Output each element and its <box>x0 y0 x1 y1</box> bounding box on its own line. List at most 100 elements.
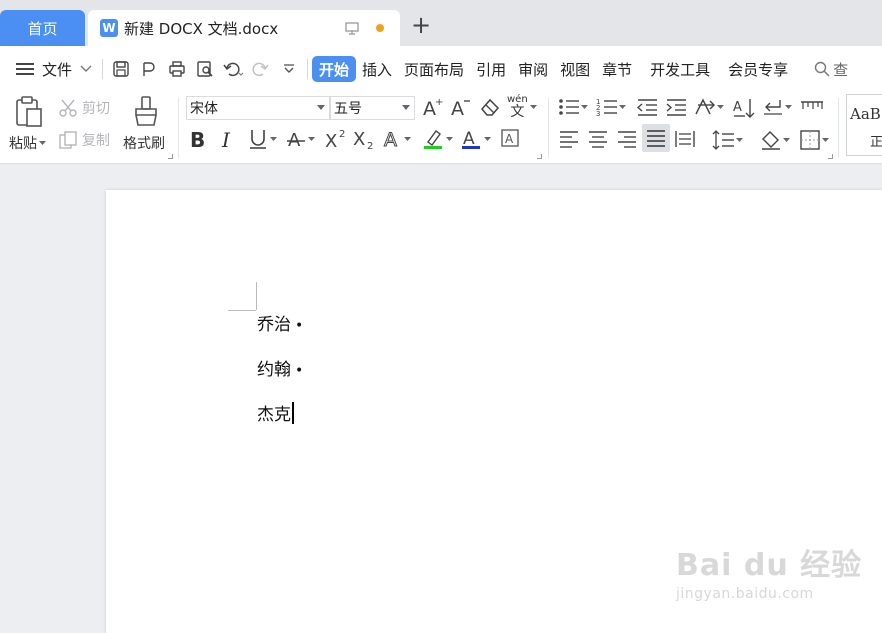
caret-down-icon <box>404 136 411 141</box>
bold-button[interactable]: B <box>190 128 205 152</box>
watermark-url: jingyan.baidu.com <box>676 586 814 602</box>
numbered-list-button[interactable]: 123 <box>596 97 626 117</box>
tab-document[interactable]: W 新建 DOCX 文档.docx <box>88 10 400 46</box>
export-button[interactable] <box>135 55 163 83</box>
menu-tab-start[interactable]: 开始 <box>312 56 357 82</box>
file-menu[interactable]: 文件 <box>10 55 98 83</box>
phonetic-guide-button[interactable]: wén 文 <box>507 95 537 119</box>
caret-down-icon <box>581 104 588 109</box>
paste-dropdown[interactable]: 粘贴 <box>9 133 46 153</box>
caret-down-icon <box>785 104 792 109</box>
paragraph-group-launcher[interactable] <box>828 154 833 159</box>
shading-button[interactable] <box>760 129 790 151</box>
paragraph[interactable]: 乔治 • <box>257 310 303 335</box>
quick-access-more-button[interactable] <box>275 55 303 83</box>
monitor-icon[interactable] <box>344 20 360 36</box>
redo-icon <box>252 62 269 77</box>
underline-icon <box>250 130 266 149</box>
format-painter-button[interactable] <box>132 95 160 127</box>
undo-button[interactable] <box>219 55 247 83</box>
menu-tab-developer[interactable]: 开发工具 <box>644 55 716 83</box>
bullet-list-button[interactable] <box>558 97 588 117</box>
separator <box>178 98 179 158</box>
clear-format-button[interactable] <box>479 97 501 117</box>
menu-tab-references[interactable]: 引用 <box>470 55 512 83</box>
caret-down-icon <box>736 137 743 142</box>
superscript-icon: X2 <box>325 129 345 150</box>
font-size-select[interactable]: 五号 <box>330 96 415 120</box>
show-hide-marks-button[interactable] <box>762 97 792 117</box>
strikethrough-button[interactable]: A <box>286 128 315 150</box>
tab-home[interactable]: 首页 <box>0 10 85 46</box>
search-box[interactable]: 查 <box>808 55 854 83</box>
document-tab-title: 新建 DOCX 文档.docx <box>124 19 279 38</box>
font-group-launcher[interactable] <box>537 154 542 159</box>
align-left-button[interactable] <box>558 129 580 149</box>
print-preview-button[interactable] <box>191 55 219 83</box>
paint-bucket-icon <box>762 131 780 150</box>
paragraph-text: 约翰 <box>257 360 291 380</box>
borders-button[interactable] <box>799 129 829 151</box>
subscript-button[interactable]: X2 <box>352 128 376 150</box>
save-button[interactable] <box>107 55 135 83</box>
sort-button[interactable]: A <box>733 97 755 119</box>
svg-text:X: X <box>325 131 337 150</box>
menu-tab-insert[interactable]: 插入 <box>356 55 398 83</box>
text-cursor <box>292 402 294 424</box>
grow-font-button[interactable]: A + <box>422 96 444 118</box>
svg-text:2: 2 <box>367 141 373 150</box>
font-name-select[interactable]: 宋体 <box>186 96 330 120</box>
menu-tab-review[interactable]: 审阅 <box>512 55 554 83</box>
decrease-indent-button[interactable] <box>636 97 658 117</box>
menu-tab-member[interactable]: 会员专享 <box>722 55 794 83</box>
eraser-icon <box>481 98 500 116</box>
font-color-button[interactable]: A <box>460 128 491 150</box>
paragraph-text: 乔治 <box>257 315 291 335</box>
distributed-align-button[interactable] <box>674 129 696 149</box>
italic-button[interactable]: I <box>222 128 230 152</box>
superscript-button[interactable]: X2 <box>324 128 348 150</box>
underline-button[interactable] <box>248 128 277 150</box>
character-border-button[interactable]: A <box>500 128 520 148</box>
paste-button[interactable] <box>14 96 44 128</box>
numbered-list-icon: 123 <box>596 98 617 117</box>
paragraph[interactable]: 杰克 <box>257 400 294 425</box>
copy-button[interactable]: 复制 <box>58 130 110 150</box>
menu-tab-view[interactable]: 视图 <box>554 55 596 83</box>
italic-icon: I <box>222 128 230 152</box>
caret-down-icon <box>446 136 453 141</box>
caret-down-icon <box>783 137 790 142</box>
chevron-down-icon <box>80 65 92 72</box>
line-spacing-button[interactable] <box>711 129 743 151</box>
increase-indent-button[interactable] <box>665 97 687 117</box>
caret-down-icon <box>39 140 46 145</box>
align-center-button[interactable] <box>587 129 609 149</box>
align-right-button[interactable] <box>616 129 638 149</box>
new-tab-button[interactable]: + <box>410 13 432 37</box>
paragraph-mark-icon <box>764 100 782 115</box>
menu-tab-page-layout[interactable]: 页面布局 <box>398 55 470 83</box>
increase-indent-icon <box>666 99 686 116</box>
scissors-icon <box>59 99 77 117</box>
justify-button[interactable] <box>642 124 670 152</box>
clipboard-group-launcher[interactable] <box>168 154 173 159</box>
preview-icon <box>197 61 213 77</box>
shrink-font-button[interactable]: A <box>450 96 472 118</box>
text-effect-button[interactable]: A <box>382 128 411 150</box>
menu-bar: 文件 开始 插入 页面布局 引用 审阅 视图 章节 开发工具 会员专享 查 <box>0 46 882 92</box>
cut-button[interactable]: 剪切 <box>58 98 110 118</box>
style-gallery-normal[interactable]: AaB 正 <box>846 94 882 156</box>
separator <box>307 59 309 79</box>
paragraph[interactable]: 约翰 • <box>257 355 303 380</box>
clipboard-icon <box>16 96 42 127</box>
caret-down-icon <box>619 104 626 109</box>
highlight-button[interactable] <box>422 128 453 150</box>
svg-text:A: A <box>288 130 301 150</box>
undo-icon <box>223 62 244 77</box>
text-effect-icon: A <box>384 129 398 151</box>
menu-tab-section[interactable]: 章节 <box>596 55 638 83</box>
tab-stops-button[interactable] <box>800 97 824 117</box>
print-button[interactable] <box>163 55 191 83</box>
redo-button[interactable] <box>247 55 275 83</box>
chinese-layout-button[interactable] <box>694 97 724 117</box>
